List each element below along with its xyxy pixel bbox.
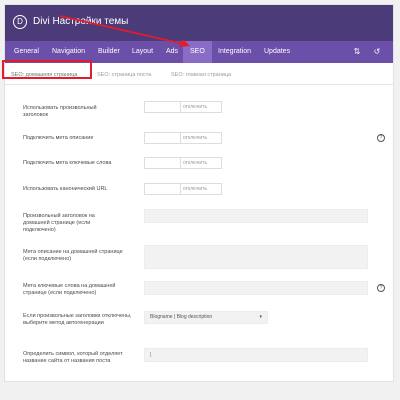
annotation-highlight-box — [2, 60, 92, 79]
setting-label-meta-description: Подключить мета описание — [23, 135, 94, 141]
toggle-knob — [145, 102, 181, 112]
title-separator-input[interactable]: | — [144, 348, 368, 362]
setting-label-title-separator: Определить символ, который отделяет назв… — [23, 351, 123, 364]
setting-label-homepage-meta-description: Мета описание на домашней странице (если… — [23, 249, 123, 262]
toggle-state: отключить — [183, 135, 208, 141]
toggle-state: отключить — [183, 160, 208, 166]
select-value: Blogname | Blog description — [150, 314, 213, 320]
setting-label-canonical-url: Использовать канонический URL — [23, 186, 108, 192]
setting-label-custom-title: Использовать произвольный заголовок — [23, 105, 97, 118]
setting-label-homepage-meta-keywords: Мета ключевые слова на домашней странице… — [23, 283, 116, 296]
tab-integration[interactable]: Integration — [215, 41, 254, 63]
toggle-state: отключить — [183, 186, 208, 192]
tab-updates[interactable]: Updates — [261, 41, 293, 63]
tab-builder[interactable]: Builder — [95, 41, 123, 63]
sort-icon[interactable]: ⇅ — [351, 41, 363, 63]
tab-ads[interactable]: Ads — [163, 41, 181, 63]
setting-label-meta-keywords: Подключить мета ключевые слова — [23, 160, 112, 166]
canonical-url-toggle[interactable]: отключить — [144, 183, 222, 195]
homepage-meta-keywords-input[interactable] — [144, 281, 368, 295]
setting-label-homepage-title: Произвольный заголовок на домашней стран… — [23, 213, 95, 233]
divi-logo: D — [13, 15, 27, 29]
homepage-title-input[interactable] — [144, 209, 368, 223]
toggle-state: отключить — [183, 104, 208, 110]
meta-keywords-toggle[interactable]: отключить — [144, 157, 222, 169]
settings-form: Использовать произвольный заголовок откл… — [11, 91, 389, 381]
caret-down-icon: ▾ — [259, 314, 262, 320]
toggle-knob — [145, 184, 181, 194]
subtab-index-page[interactable]: SEO: главная страница — [171, 68, 231, 82]
panel-title: Divi Настройки темы — [33, 16, 129, 27]
homepage-meta-description-textarea[interactable] — [144, 245, 368, 269]
help-icon[interactable]: ? — [377, 134, 385, 142]
toggle-knob — [145, 158, 181, 168]
reset-icon[interactable]: ↺ — [371, 41, 383, 63]
subtab-post-page[interactable]: SEO: страница поста — [97, 68, 151, 82]
tab-layout[interactable]: Layout — [129, 41, 156, 63]
tab-seo[interactable]: SEO — [183, 41, 212, 63]
panel-header: D Divi Настройки темы — [5, 5, 393, 41]
help-icon[interactable]: ? — [377, 284, 385, 292]
custom-title-toggle[interactable]: отключить — [144, 101, 222, 113]
meta-description-toggle[interactable]: отключить — [144, 132, 222, 144]
toggle-knob — [145, 133, 181, 143]
autogeneration-method-select[interactable]: Blogname | Blog description ▾ — [144, 311, 268, 324]
setting-label-autogeneration-method: Если произвольные заголовки отключены, в… — [23, 313, 132, 326]
